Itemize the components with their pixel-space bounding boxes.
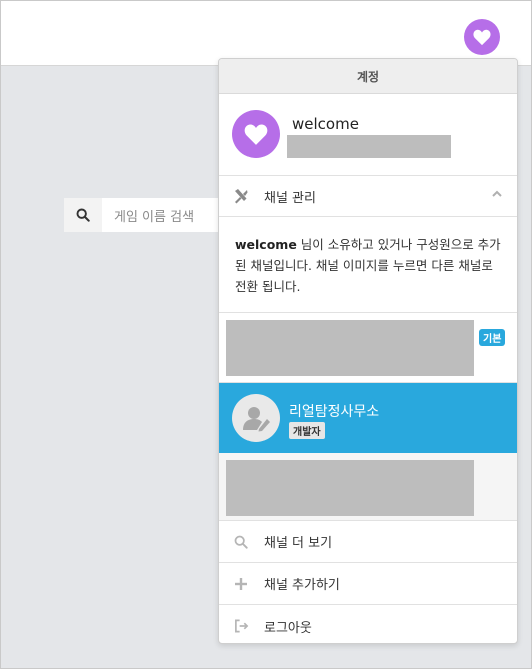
- search-icon[interactable]: [64, 198, 102, 232]
- channel-name: 리얼탐정사무소: [289, 404, 380, 420]
- logout-icon: [232, 619, 250, 633]
- channel-manage-toggle[interactable]: 채널 관리: [219, 176, 517, 217]
- search-icon: [232, 535, 250, 549]
- redacted-email: [287, 135, 451, 158]
- profile-section: welcome: [219, 94, 517, 176]
- redacted-channel: [226, 320, 474, 376]
- add-channel-label: 채널 추가하기: [264, 578, 340, 593]
- channel-item[interactable]: [219, 453, 517, 521]
- panel-title: 계정: [219, 59, 517, 94]
- more-channels-label: 채널 더 보기: [264, 536, 333, 551]
- role-badge: 개발자: [289, 422, 325, 439]
- search-input[interactable]: 게임 이름 검색: [102, 206, 194, 225]
- tools-icon: [232, 188, 250, 204]
- account-avatar-button[interactable]: [464, 19, 500, 55]
- logout-label: 로그아웃: [264, 620, 312, 636]
- heart-icon: [473, 29, 491, 46]
- app-frame: 게임 이름 검색 계정 welcome 채널 관리 welcome 님이 소유하…: [0, 0, 532, 669]
- default-badge: 기본: [479, 329, 506, 346]
- game-search-bar[interactable]: 게임 이름 검색: [64, 198, 224, 232]
- channel-manage-label: 채널 관리: [264, 190, 316, 206]
- heart-icon: [244, 124, 268, 145]
- account-dropdown-panel: 계정 welcome 채널 관리 welcome 님이 소유하고 있거나 구성원…: [218, 58, 518, 644]
- redacted-channel: [226, 460, 474, 516]
- channel-description: welcome 님이 소유하고 있거나 구성원으로 추가된 채널입니다. 채널 …: [219, 217, 517, 313]
- top-bar: [1, 1, 531, 66]
- profile-name: welcome: [292, 115, 359, 133]
- add-channel-button[interactable]: 채널 추가하기: [219, 563, 517, 605]
- channel-avatar: [232, 394, 280, 442]
- channel-item-active[interactable]: 리얼탐정사무소 개발자: [219, 383, 517, 453]
- plus-icon: [232, 577, 250, 591]
- user-edit-icon: [243, 407, 270, 432]
- description-username: welcome: [235, 237, 297, 252]
- channel-item[interactable]: 기본: [219, 313, 517, 383]
- profile-avatar: [232, 110, 280, 158]
- chevron-up-icon: [491, 188, 503, 204]
- logout-button[interactable]: 로그아웃: [219, 605, 517, 643]
- more-channels-button[interactable]: 채널 더 보기: [219, 521, 517, 563]
